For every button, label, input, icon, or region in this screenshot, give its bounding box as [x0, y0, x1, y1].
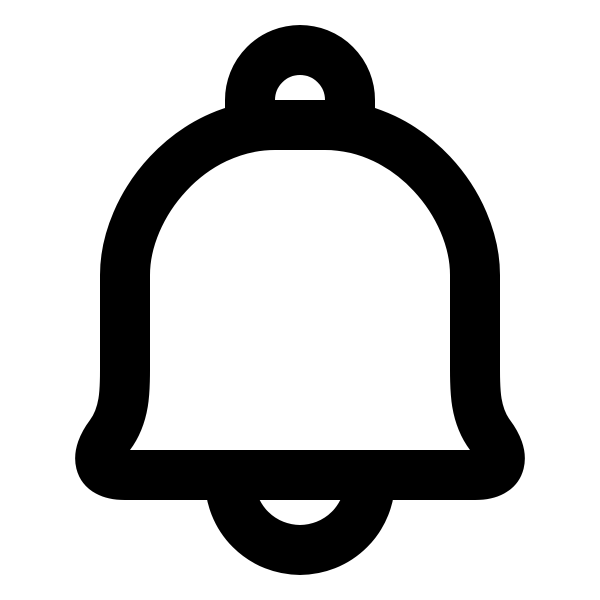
icon-canvas — [0, 0, 600, 600]
bell-body — [75, 100, 525, 500]
bell-icon — [75, 25, 525, 575]
